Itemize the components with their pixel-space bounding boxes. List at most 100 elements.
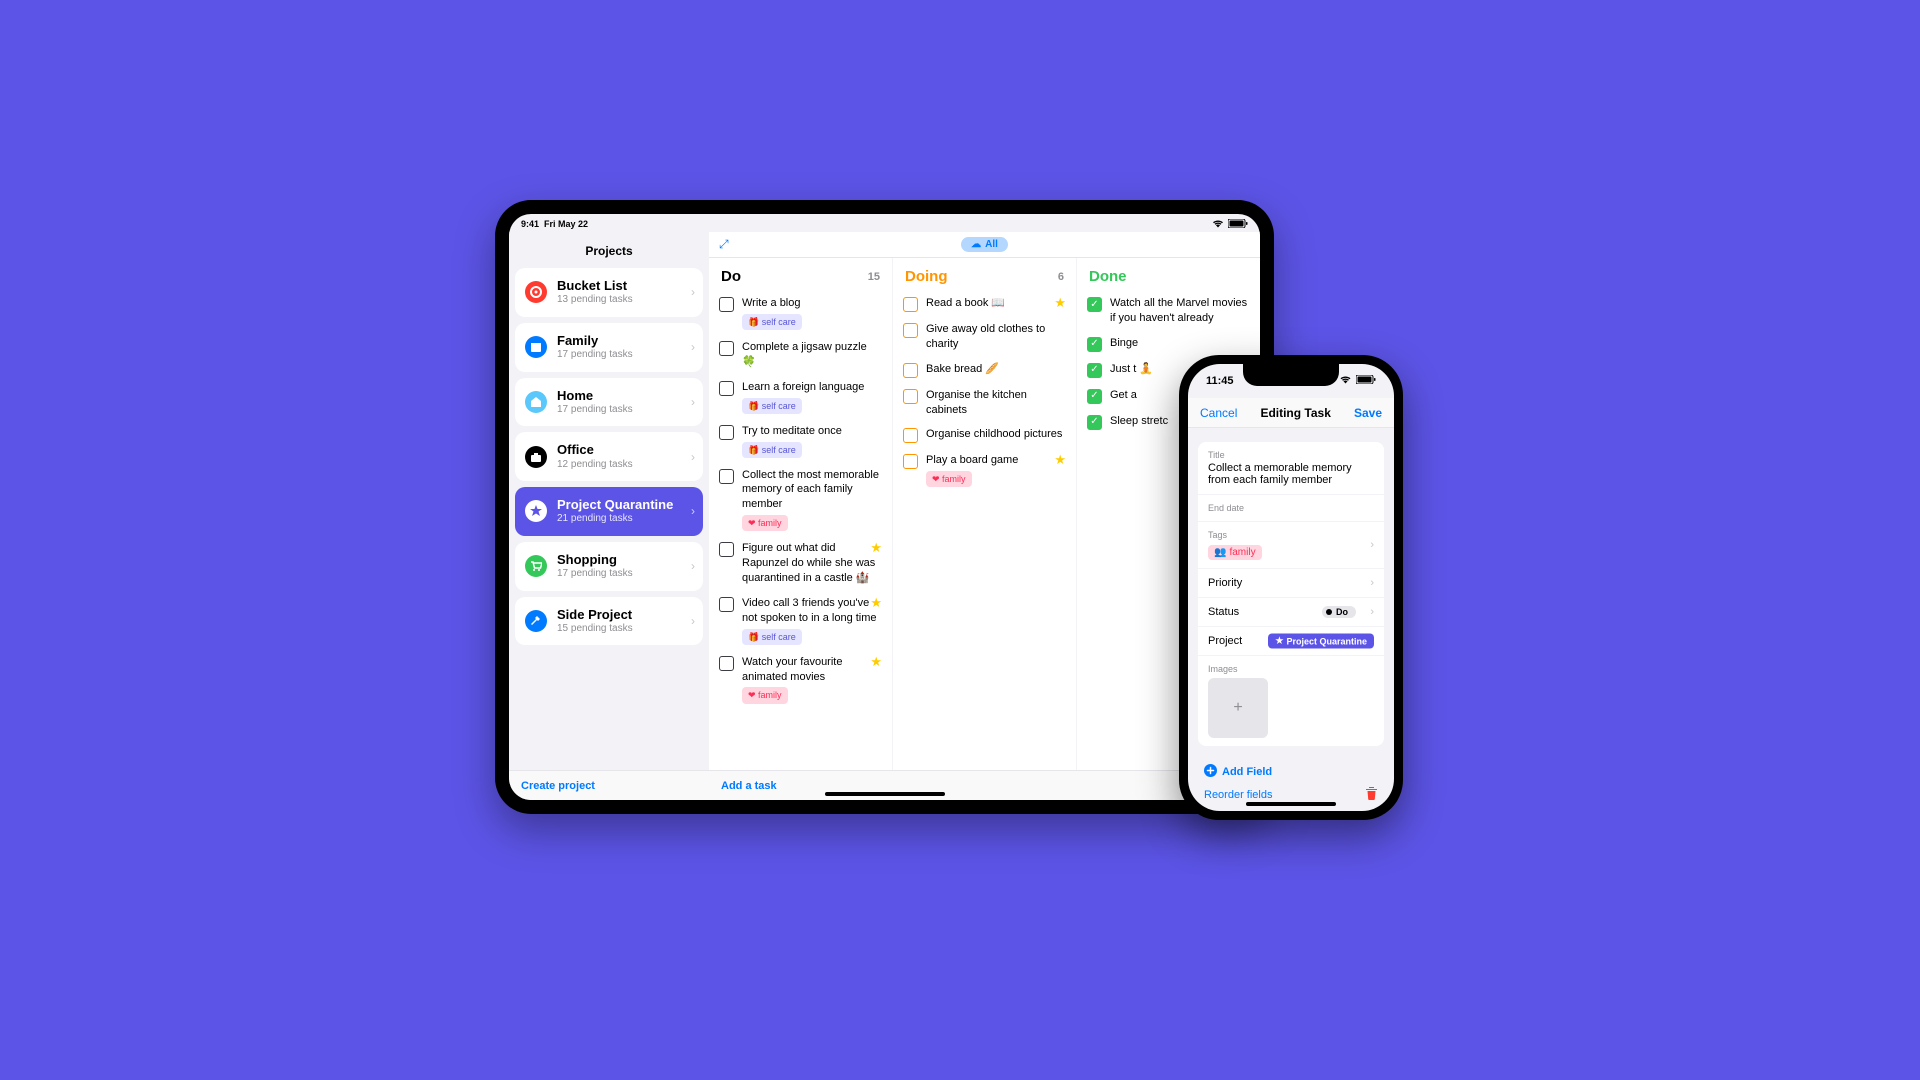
- project-item[interactable]: Project Quarantine 21 pending tasks ›: [515, 487, 703, 536]
- task-checkbox[interactable]: ✓: [1087, 363, 1102, 378]
- task-checkbox[interactable]: [903, 389, 918, 404]
- task-text: Complete a jigsaw puzzle 🍀: [742, 340, 882, 370]
- project-name: Office: [557, 442, 633, 458]
- task-item[interactable]: Collect the most memorable memory of eac…: [719, 463, 882, 537]
- reorder-fields-button[interactable]: Reorder fields: [1204, 789, 1272, 801]
- task-item[interactable]: ✓ Binge: [1087, 331, 1250, 357]
- add-field-button[interactable]: Add Field: [1204, 764, 1378, 780]
- task-item[interactable]: ✓ Watch all the Marvel movies if you hav…: [1087, 291, 1250, 331]
- task-text: Write a blog🎁 self care: [742, 296, 882, 330]
- expand-icon[interactable]: ⤢: [719, 237, 729, 252]
- task-item[interactable]: Complete a jigsaw puzzle 🍀: [719, 335, 882, 375]
- wifi-icon: [1339, 375, 1352, 387]
- people-icon: 👥: [1214, 547, 1226, 558]
- task-checkbox[interactable]: [903, 454, 918, 469]
- task-checkbox[interactable]: ✓: [1087, 415, 1102, 430]
- field-end-date[interactable]: End date: [1198, 495, 1384, 522]
- task-checkbox[interactable]: [719, 297, 734, 312]
- task-item[interactable]: Watch your favourite animated movies❤ fa…: [719, 650, 882, 709]
- field-priority[interactable]: Priority ›: [1198, 569, 1384, 598]
- chevron-right-icon: ›: [691, 614, 695, 628]
- ipad-device: 9:41 Fri May 22 Projects: [495, 200, 1274, 814]
- battery-icon: [1356, 375, 1376, 387]
- task-item[interactable]: Organise childhood pictures: [903, 422, 1066, 448]
- notch: [1243, 364, 1339, 386]
- task-checkbox[interactable]: [719, 656, 734, 671]
- project-icon: [525, 555, 547, 577]
- chevron-right-icon: ›: [1370, 539, 1374, 551]
- project-item[interactable]: Family 17 pending tasks ›: [515, 323, 703, 372]
- task-item[interactable]: Bake bread 🥖: [903, 357, 1066, 383]
- project-icon: [525, 446, 547, 468]
- add-task-button[interactable]: Add a task: [721, 780, 777, 792]
- ipad-screen: 9:41 Fri May 22 Projects: [509, 214, 1260, 800]
- cancel-button[interactable]: Cancel: [1200, 406, 1237, 420]
- task-checkbox[interactable]: ✓: [1087, 297, 1102, 312]
- task-item[interactable]: Try to meditate once🎁 self care: [719, 419, 882, 463]
- chevron-right-icon: ›: [691, 559, 695, 573]
- task-item[interactable]: Read a book 📖 ★: [903, 291, 1066, 317]
- task-checkbox[interactable]: [719, 425, 734, 440]
- filter-all-pill[interactable]: ☁ All: [961, 237, 1008, 252]
- project-item[interactable]: Bucket List 13 pending tasks ›: [515, 268, 703, 317]
- task-tag: 🎁 self care: [742, 314, 802, 330]
- project-name: Project Quarantine: [557, 497, 673, 513]
- project-item[interactable]: Home 17 pending tasks ›: [515, 378, 703, 427]
- chevron-right-icon: ›: [691, 504, 695, 518]
- task-item[interactable]: Write a blog🎁 self care: [719, 291, 882, 335]
- iphone-device: 11:45 Cancel Editing Task Save: [1179, 355, 1403, 820]
- wifi-icon: [1212, 219, 1224, 230]
- task-text: Collect the most memorable memory of eac…: [742, 468, 882, 532]
- task-checkbox[interactable]: [719, 542, 734, 557]
- task-checkbox[interactable]: [719, 341, 734, 356]
- task-item[interactable]: Play a board game❤ family ★: [903, 448, 1066, 492]
- field-status[interactable]: Status Do ›: [1198, 598, 1384, 627]
- project-item[interactable]: Office 12 pending tasks ›: [515, 432, 703, 481]
- task-item[interactable]: Figure out what did Rapunzel do while sh…: [719, 536, 882, 591]
- inbox-icon: ☁: [971, 239, 981, 250]
- field-project[interactable]: Project ★ Project Quarantine: [1198, 627, 1384, 656]
- project-subtitle: 17 pending tasks: [557, 349, 633, 362]
- task-checkbox[interactable]: [903, 363, 918, 378]
- add-image-button[interactable]: +: [1208, 678, 1268, 738]
- task-checkbox[interactable]: [903, 297, 918, 312]
- project-subtitle: 17 pending tasks: [557, 568, 633, 581]
- create-project-button[interactable]: Create project: [521, 780, 595, 792]
- task-text: Bake bread 🥖: [926, 362, 1066, 377]
- field-images[interactable]: Images +: [1198, 656, 1384, 746]
- field-tags[interactable]: Tags 👥family ›: [1198, 522, 1384, 569]
- task-text: Watch all the Marvel movies if you haven…: [1110, 296, 1250, 326]
- task-checkbox[interactable]: ✓: [1087, 337, 1102, 352]
- task-checkbox[interactable]: [903, 428, 918, 443]
- status-time: 9:41: [521, 219, 539, 229]
- task-checkbox[interactable]: [903, 323, 918, 338]
- field-title[interactable]: Title Collect a memorable memory from ea…: [1198, 442, 1384, 495]
- task-checkbox[interactable]: [719, 469, 734, 484]
- task-checkbox[interactable]: [719, 597, 734, 612]
- task-checkbox[interactable]: [719, 381, 734, 396]
- sidebar-title: Projects: [585, 244, 632, 258]
- project-name: Shopping: [557, 552, 633, 568]
- task-item[interactable]: Video call 3 friends you've not spoken t…: [719, 591, 882, 650]
- project-subtitle: 15 pending tasks: [557, 623, 633, 636]
- task-checkbox[interactable]: ✓: [1087, 389, 1102, 404]
- task-text: Figure out what did Rapunzel do while sh…: [742, 541, 882, 586]
- task-tag: 🎁 self care: [742, 442, 802, 458]
- chevron-right-icon: ›: [1370, 606, 1374, 618]
- column-do-count: 15: [868, 271, 880, 283]
- task-item[interactable]: Learn a foreign language🎁 self care: [719, 375, 882, 419]
- project-subtitle: 21 pending tasks: [557, 513, 673, 526]
- project-name: Side Project: [557, 607, 633, 623]
- star-icon: ★: [870, 654, 882, 670]
- task-item[interactable]: Organise the kitchen cabinets: [903, 383, 1066, 423]
- project-item[interactable]: Side Project 15 pending tasks ›: [515, 597, 703, 646]
- task-tag: 🎁 self care: [742, 629, 802, 645]
- project-item[interactable]: Shopping 17 pending tasks ›: [515, 542, 703, 591]
- iphone-screen: 11:45 Cancel Editing Task Save: [1188, 364, 1394, 811]
- save-button[interactable]: Save: [1354, 406, 1382, 420]
- plus-circle-icon: [1204, 764, 1217, 780]
- trash-icon[interactable]: [1365, 786, 1378, 803]
- task-item[interactable]: Give away old clothes to charity: [903, 317, 1066, 357]
- star-icon: ★: [870, 595, 882, 611]
- star-icon: ★: [1275, 636, 1283, 647]
